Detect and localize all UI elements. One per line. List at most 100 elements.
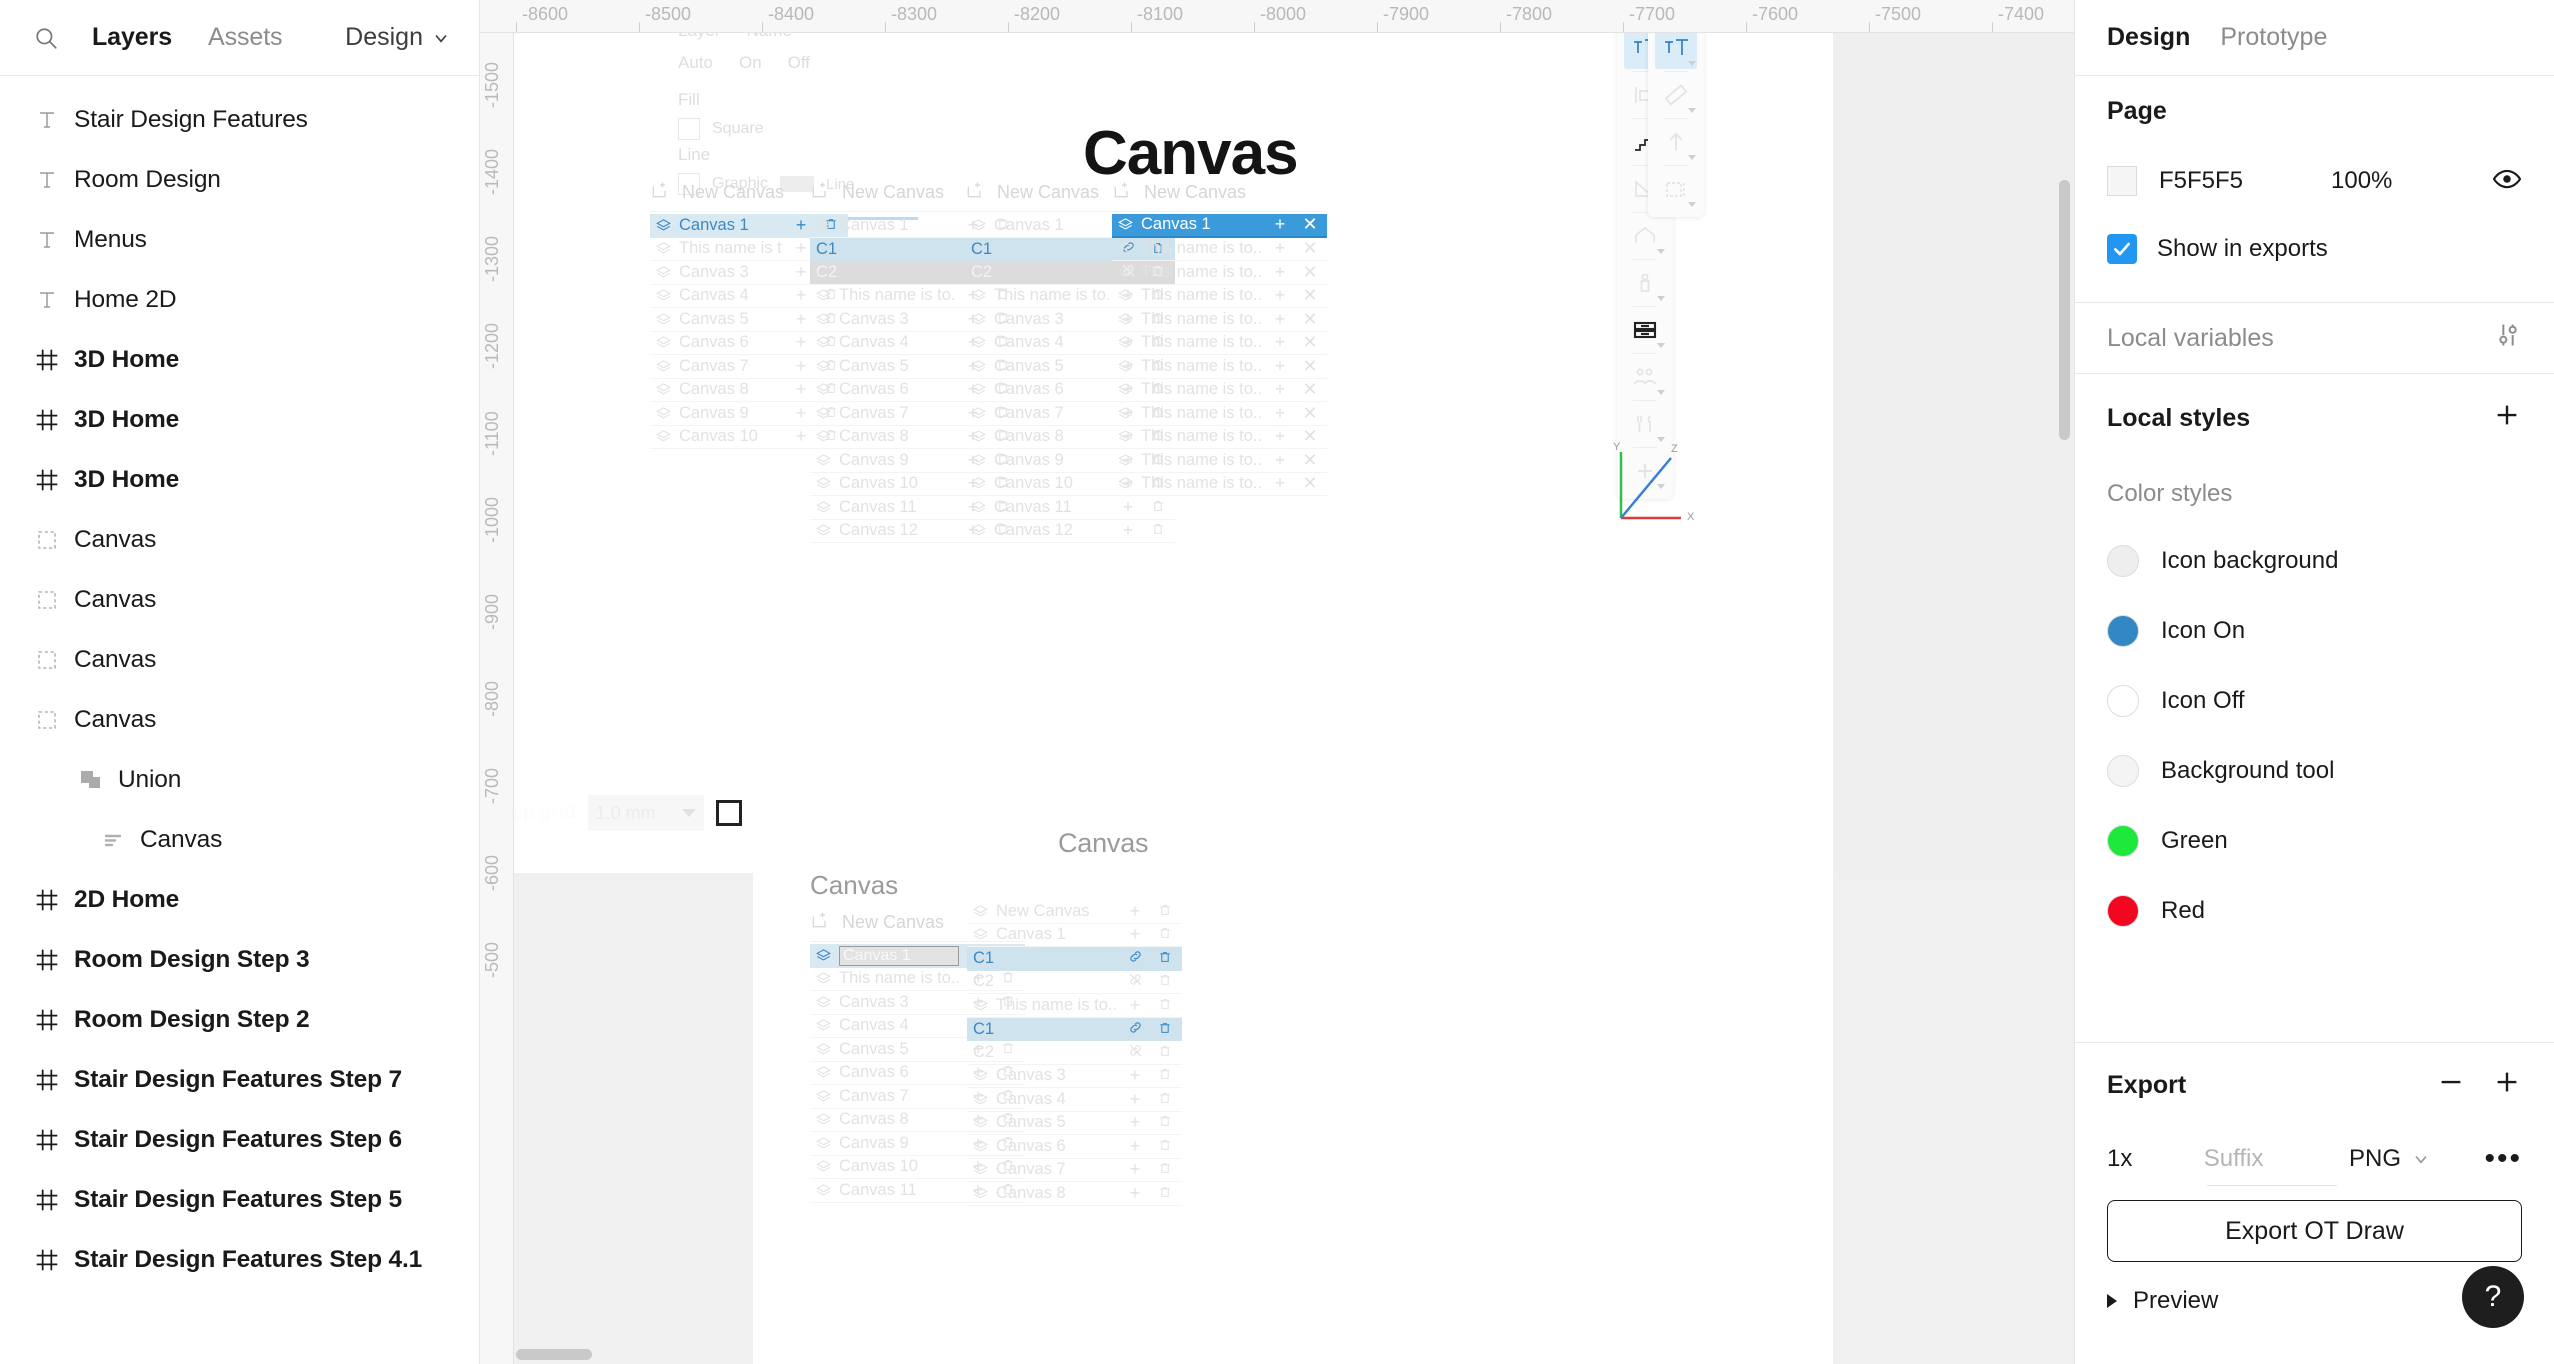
ellipsis-icon[interactable]: ••• (2484, 1144, 2522, 1174)
dining-tool-icon[interactable] (1624, 403, 1666, 445)
delete-icon[interactable] (1154, 1159, 1176, 1180)
add-icon[interactable]: + (1124, 1136, 1146, 1157)
close-icon[interactable]: ✕ (1299, 379, 1321, 400)
arrow-up-tool-icon[interactable] (1655, 121, 1697, 163)
show-in-exports-row[interactable]: Show in exports (2107, 216, 2522, 282)
canvas-row[interactable]: This name is to... + ✕ (1112, 261, 1327, 285)
layer-row[interactable]: Stair Design Features Step 5 (0, 1170, 479, 1230)
layer-row[interactable]: Stair Design Features (0, 90, 479, 150)
delete-icon[interactable] (1147, 497, 1169, 518)
delete-icon[interactable] (1154, 924, 1176, 945)
canvas-row[interactable]: This name is to... + ✕ (1112, 402, 1327, 426)
canvas-row[interactable]: C2 (967, 1041, 1182, 1065)
layer-row[interactable]: 2D Home (0, 870, 479, 930)
add-icon[interactable]: + (790, 285, 812, 306)
layer-row[interactable]: Menus (0, 210, 479, 270)
add-icon[interactable]: + (1269, 450, 1291, 471)
canvas-name-input[interactable]: Canvas 1 (839, 945, 959, 966)
add-style-button[interactable] (2492, 400, 2522, 437)
design-dropdown[interactable]: Design (345, 23, 479, 52)
canvas-row[interactable]: C2 (967, 971, 1182, 994)
color-style-swatch[interactable] (2107, 895, 2139, 927)
add-icon[interactable]: + (1269, 309, 1291, 330)
add-icon[interactable]: + (790, 426, 812, 447)
delete-icon[interactable] (1154, 1089, 1176, 1110)
canvas-list-widget-e[interactable]: New Canvas + Canvas 1 + C1 C2 This name is to.… (967, 900, 1182, 1206)
layer-tree[interactable]: Stair Design Features Room Design Menus Hom… (0, 76, 479, 1364)
add-icon[interactable]: + (1269, 262, 1291, 283)
close-icon[interactable]: ✕ (1299, 309, 1321, 330)
add-icon[interactable]: + (1269, 403, 1291, 424)
color-style-row[interactable]: Green (2107, 806, 2522, 876)
delete-icon[interactable] (1154, 948, 1176, 969)
delete-icon[interactable] (1154, 1183, 1176, 1204)
close-icon[interactable]: ✕ (1299, 214, 1321, 235)
link-icon[interactable] (1124, 1019, 1146, 1040)
delete-icon[interactable] (1154, 971, 1176, 992)
unlink-icon[interactable] (1124, 1042, 1146, 1063)
add-icon[interactable]: + (1269, 379, 1291, 400)
canvas-row[interactable]: This name is to... + ✕ (1112, 332, 1327, 355)
add-icon[interactable]: + (1269, 473, 1291, 494)
export-remove-button[interactable] (2436, 1067, 2466, 1104)
color-style-row[interactable]: Icon Off (2107, 666, 2522, 736)
tab-assets[interactable]: Assets (190, 23, 300, 52)
tab-design[interactable]: Design (2107, 23, 2190, 52)
close-icon[interactable]: ✕ (1299, 356, 1321, 377)
ruler-tool-icon[interactable] (1655, 74, 1697, 116)
canvas-row-selected[interactable]: C1 (967, 947, 1182, 971)
export-button[interactable]: Export OT Draw (2107, 1200, 2522, 1262)
canvas-row[interactable]: New Canvas + (967, 900, 1182, 924)
add-icon[interactable]: + (1269, 214, 1291, 235)
add-icon[interactable]: + (1269, 332, 1291, 353)
layer-row[interactable]: Canvas (0, 630, 479, 690)
canvas-horizontal-scrollbar[interactable] (516, 1349, 592, 1360)
delete-icon[interactable] (1154, 1042, 1176, 1063)
layer-row[interactable]: Home 2D (0, 270, 479, 330)
canvas-row-selected[interactable]: C1 (967, 1017, 1182, 1041)
show-in-exports-checkbox[interactable] (2107, 234, 2137, 264)
color-style-swatch[interactable] (2107, 755, 2139, 787)
add-icon[interactable]: + (1124, 924, 1146, 945)
people-tool-icon[interactable] (1624, 356, 1666, 398)
add-icon[interactable]: + (790, 215, 812, 236)
eye-icon[interactable] (2492, 164, 2522, 199)
tab-layers[interactable]: Layers (74, 23, 190, 52)
page-color-hex[interactable]: F5F5F5 (2159, 167, 2309, 195)
snap-grid-control[interactable]: Snap grid 1.0 mm (480, 795, 742, 831)
layer-row[interactable]: 3D Home (0, 450, 479, 510)
text-tool-icon[interactable] (1655, 27, 1697, 69)
add-icon[interactable]: + (1269, 356, 1291, 377)
canvas-row[interactable]: Canvas 4 + (967, 1088, 1182, 1112)
close-icon[interactable]: ✕ (1299, 262, 1321, 283)
color-style-swatch[interactable] (2107, 685, 2139, 717)
layer-row[interactable]: Stair Design Features Step 6 (0, 1110, 479, 1170)
canvas-viewport[interactable]: -8600 -8500 -8400 -8300 -8200 -8100 -8000 -7900… (480, 0, 2074, 1364)
page-color-swatch[interactable] (2107, 166, 2137, 196)
layer-row[interactable]: Room Design (0, 150, 479, 210)
add-icon[interactable]: + (1124, 995, 1146, 1016)
export-format-select[interactable]: PNG (2349, 1145, 2485, 1173)
measure-tool-icon[interactable] (1655, 168, 1697, 210)
add-icon[interactable]: + (790, 262, 812, 283)
house-tool-icon[interactable] (1624, 215, 1666, 257)
add-icon[interactable]: + (1124, 901, 1146, 922)
layer-row[interactable]: Stair Design Features Step 7 (0, 1050, 479, 1110)
tab-prototype[interactable]: Prototype (2220, 23, 2327, 52)
delete-icon[interactable] (1154, 901, 1176, 922)
layer-row[interactable]: Canvas (0, 810, 479, 870)
add-icon[interactable]: + (790, 379, 812, 400)
gear-icon[interactable] (620, 750, 650, 785)
add-icon[interactable]: + (1124, 1159, 1146, 1180)
person-tool-icon[interactable] (1624, 262, 1666, 304)
canvas-row[interactable]: This name is to... + ✕ (1112, 308, 1327, 332)
canvas-row[interactable]: Canvas 8 + (967, 1182, 1182, 1206)
close-icon[interactable]: ✕ (1299, 473, 1321, 494)
furniture-tool-icon[interactable] (1624, 309, 1666, 351)
export-scale[interactable]: 1x (2107, 1145, 2204, 1173)
close-icon[interactable]: ✕ (1299, 450, 1321, 471)
canvas-list-widget-c[interactable]: New Canvas Canvas 1 + ✕ This name is to... + ✕… (1112, 175, 1327, 496)
tool-palette-secondary[interactable] (1648, 20, 1704, 217)
color-styles-list[interactable]: Icon background Icon On Icon Off Background… (2107, 526, 2522, 946)
snap-grid-select[interactable]: 1.0 mm (587, 795, 704, 831)
